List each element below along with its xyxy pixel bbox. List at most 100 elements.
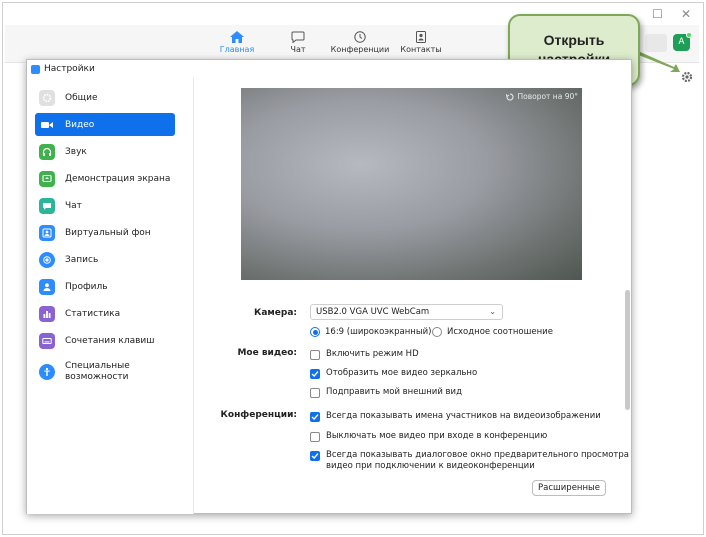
ratio-original-radio[interactable]: [432, 327, 442, 337]
gear-icon[interactable]: [681, 71, 693, 83]
turn-off-video-option[interactable]: Выключать мое видео при входе в конферен…: [310, 431, 547, 442]
sidebar-item-profile[interactable]: Профиль: [35, 275, 175, 298]
hd-checkbox[interactable]: [310, 349, 320, 360]
nav-meetings[interactable]: Конференции: [330, 31, 390, 54]
gear-icon: [39, 89, 55, 106]
video-icon: [39, 117, 55, 133]
sidebar-item-label-wrap: Специальные возможности: [65, 361, 130, 383]
sidebar-item-label: Специальные: [65, 361, 130, 371]
sidebar-item-label: Демонстрация экрана: [65, 173, 171, 184]
ratio-original-option[interactable]: Исходное соотношение: [432, 327, 553, 338]
settings-title: Настройки: [44, 64, 95, 74]
rotate-label: Поворот на 90°: [517, 92, 578, 101]
check-icon: [311, 413, 319, 420]
sidebar-item-audio[interactable]: Звук: [35, 140, 175, 163]
preview-dialog-label-wrap: Всегда показывать диалоговое окно предва…: [326, 450, 629, 472]
sidebar-item-label: Звук: [65, 146, 87, 157]
chevron-down-icon: ⌄: [489, 307, 496, 316]
sidebar-item-label: Виртуальный фон: [65, 227, 151, 238]
home-icon: [230, 31, 244, 43]
nav-contacts[interactable]: Контакты: [396, 31, 446, 54]
contacts-icon: [416, 31, 426, 43]
accessibility-icon: [39, 364, 55, 380]
sidebar-item-label: возможности: [65, 372, 129, 382]
sidebar-item-label: Профиль: [65, 281, 108, 292]
show-names-label: Всегда показывать имена участников на ви…: [326, 411, 601, 421]
sidebar-item-label: Сочетания клавиш: [65, 335, 155, 346]
screen-share-icon: [39, 170, 55, 187]
preview-dialog-label: видео при подключении к видеоконференции: [326, 461, 535, 471]
sidebar-item-screen-share[interactable]: Демонстрация экрана: [35, 167, 175, 190]
sidebar-item-label: Видео: [65, 119, 95, 130]
zoom-logo-icon: [31, 64, 40, 74]
camera-select[interactable]: USB2.0 VGA UVC WebCam ⌄: [310, 304, 503, 320]
ratio-original-label: Исходное соотношение: [447, 327, 553, 337]
turn-off-video-label: Выключать мое видео при входе в конферен…: [326, 431, 548, 441]
sidebar-item-label: Статистика: [65, 308, 121, 319]
ratio-16-9-radio[interactable]: [310, 327, 320, 337]
settings-titlebar: Настройки: [27, 60, 631, 78]
sidebar-item-label: Запись: [65, 254, 99, 265]
window-controls: ☐ ✕: [652, 7, 691, 21]
callout-line1: Открыть: [543, 32, 605, 48]
close-button[interactable]: ✕: [681, 7, 691, 21]
callout-arrow: [636, 51, 680, 72]
stats-icon: [39, 305, 55, 322]
profile-icon: [39, 278, 55, 295]
chat-icon: [291, 31, 305, 43]
sidebar-item-video[interactable]: Видео: [35, 113, 175, 136]
mirror-checkbox[interactable]: [310, 368, 320, 379]
show-names-checkbox[interactable]: [310, 411, 320, 422]
rotate-button[interactable]: Поворот на 90°: [506, 92, 578, 101]
ratio-16-9-label: 16:9 (широкоэкранный): [325, 327, 432, 337]
sidebar-item-label: Общие: [65, 92, 98, 103]
check-icon: [311, 370, 319, 377]
maximize-button[interactable]: ☐: [652, 7, 663, 21]
nav-chat[interactable]: Чат: [273, 31, 323, 54]
advanced-button[interactable]: Расширенные: [532, 480, 606, 496]
camera-select-value: USB2.0 VGA UVC WebCam: [316, 307, 430, 317]
touchup-label: Подправить мой внешний вид: [326, 387, 462, 397]
touchup-checkbox[interactable]: [310, 387, 320, 398]
mirror-option[interactable]: Отобразить мое видео зеркально: [310, 368, 477, 379]
hd-label: Включить режим HD: [326, 349, 419, 359]
nav-contacts-label: Контакты: [400, 45, 442, 54]
preview-dialog-option[interactable]: Всегда показывать диалоговое окно предва…: [310, 450, 629, 472]
nav-meetings-label: Конференции: [330, 45, 390, 54]
nav-home[interactable]: Главная: [212, 31, 262, 54]
sidebar-item-keyboard-shortcuts[interactable]: Сочетания клавиш: [35, 329, 175, 352]
sidebar-item-virtual-background[interactable]: Виртуальный фон: [35, 221, 175, 244]
settings-window: Настройки Общие Видео Звук Демонстрация …: [26, 59, 632, 514]
touchup-option[interactable]: Подправить мой внешний вид: [310, 387, 462, 398]
mirror-label: Отобразить мое видео зеркально: [326, 368, 478, 378]
avatar[interactable]: A: [673, 32, 692, 51]
nav-home-label: Главная: [219, 45, 255, 54]
rotate-icon: [506, 92, 514, 100]
headphones-icon: [39, 143, 55, 160]
record-icon: [39, 251, 55, 268]
my-video-label: Мое видео:: [237, 348, 297, 358]
ratio-16-9-option[interactable]: 16:9 (широкоэкранный): [310, 327, 431, 338]
sidebar-item-accessibility[interactable]: Специальные возможности: [35, 358, 175, 386]
turn-off-video-checkbox[interactable]: [310, 431, 320, 442]
clock-icon: [354, 31, 366, 43]
preview-dialog-label: Всегда показывать диалоговое окно предва…: [326, 450, 629, 460]
sidebar-item-recording[interactable]: Запись: [35, 248, 175, 271]
meetings-label: Конференции:: [220, 410, 297, 420]
keyboard-icon: [39, 332, 55, 349]
sidebar-item-statistics[interactable]: Статистика: [35, 302, 175, 325]
nav-chat-label: Чат: [290, 45, 306, 54]
portrait-icon: [39, 224, 55, 241]
camera-label: Камера:: [253, 308, 297, 318]
hd-option[interactable]: Включить режим HD: [310, 349, 419, 360]
camera-preview: Поворот на 90°: [241, 88, 582, 280]
scrollbar-thumb[interactable]: [625, 290, 630, 410]
sidebar-item-label: Чат: [65, 200, 82, 211]
sidebar-item-chat[interactable]: Чат: [35, 194, 175, 217]
show-names-option[interactable]: Всегда показывать имена участников на ви…: [310, 411, 601, 422]
sidebar-item-general[interactable]: Общие: [35, 86, 175, 109]
chat-icon: [39, 197, 55, 214]
video-settings-panel: Поворот на 90° Камера: USB2.0 VGA UVC We…: [195, 78, 632, 514]
preview-dialog-checkbox[interactable]: [310, 450, 320, 461]
settings-sidebar: Общие Видео Звук Демонстрация экрана Чат: [27, 78, 194, 514]
